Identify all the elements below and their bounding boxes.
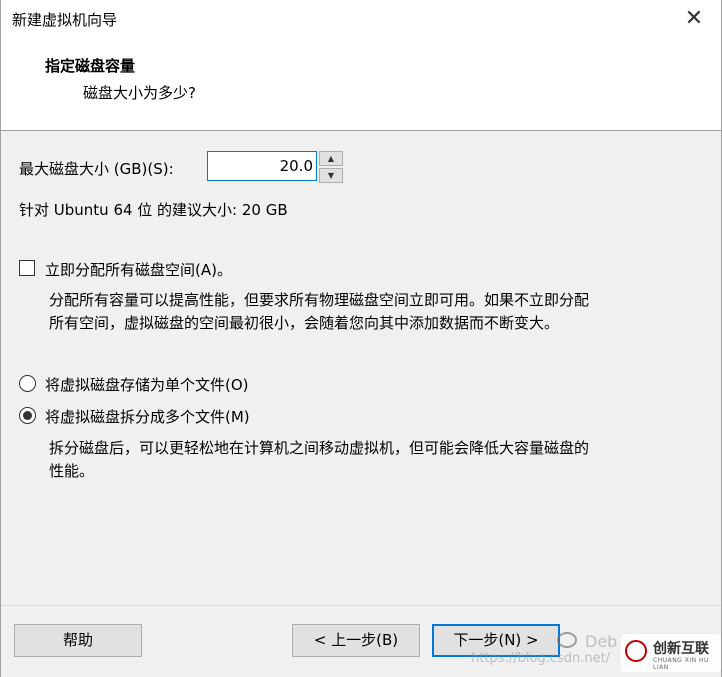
disk-size-label: 最大磁盘大小 (GB)(S): [19,160,174,178]
logo-name: 创新互联 [653,641,709,657]
allocate-all-checkbox[interactable] [19,260,35,276]
window-title: 新建虚拟机向导 [12,11,118,29]
page-title: 指定磁盘容量 [45,57,136,75]
footer-divider [1,605,721,606]
spin-up-button[interactable]: ▲ [319,151,343,166]
recommended-size-text: 针对 Ubuntu 64 位 的建议大小: 20 GB [19,201,288,219]
logo-icon [625,640,647,662]
multi-file-radio[interactable] [19,407,36,424]
allocate-description-line: 所有空间，虚拟磁盘的空间最初很小，会随着您向其中添加数据而不断变大。 [49,314,560,332]
close-icon[interactable]: ✕ [681,6,707,32]
page-subtitle: 磁盘大小为多少? [83,84,196,102]
allocate-description: 分配所有容量可以提高性能，但要求所有物理磁盘空间立即可用。如果不立即分配 所有空… [49,289,589,335]
wechat-icon [557,632,577,648]
new-vm-wizard-window: 新建虚拟机向导 ✕ 指定磁盘容量 磁盘大小为多少? 最大磁盘大小 (GB)(S)… [0,0,722,677]
single-file-radio[interactable] [19,375,36,392]
allocate-all-label[interactable]: 立即分配所有磁盘空间(A)。 [45,259,232,280]
multi-file-description: 拆分磁盘后，可以更轻松地在计算机之间移动虚拟机，但可能会降低大容量磁盘的 性能。 [49,437,589,483]
next-button[interactable]: 下一步(N) > [432,624,560,657]
multi-file-label[interactable]: 将虚拟磁盘拆分成多个文件(M) [45,406,250,427]
disk-size-spinner: ▲ ▼ [319,151,343,183]
title-bar: 新建虚拟机向导 ✕ [1,0,721,40]
help-button[interactable]: 帮助 [14,624,142,657]
watermark-logo: 创新互联 CHUANG XIN HU LIAN [621,634,721,672]
allocate-description-line: 分配所有容量可以提高性能，但要求所有物理磁盘空间立即可用。如果不立即分配 [49,291,590,309]
multi-description-line: 性能。 [49,462,95,480]
watermark-debian-text: Deb [585,632,618,651]
disk-size-input[interactable] [207,151,317,181]
multi-description-line: 拆分磁盘后，可以更轻松地在计算机之间移动虚拟机，但可能会降低大容量磁盘的 [49,439,590,457]
wizard-header: 指定磁盘容量 磁盘大小为多少? [1,40,721,131]
single-file-label[interactable]: 将虚拟磁盘存储为单个文件(O) [45,374,249,395]
logo-subtitle: CHUANG XIN HU LIAN [653,657,709,671]
spin-down-button[interactable]: ▼ [319,168,343,183]
back-button[interactable]: < 上一步(B) [292,624,420,657]
